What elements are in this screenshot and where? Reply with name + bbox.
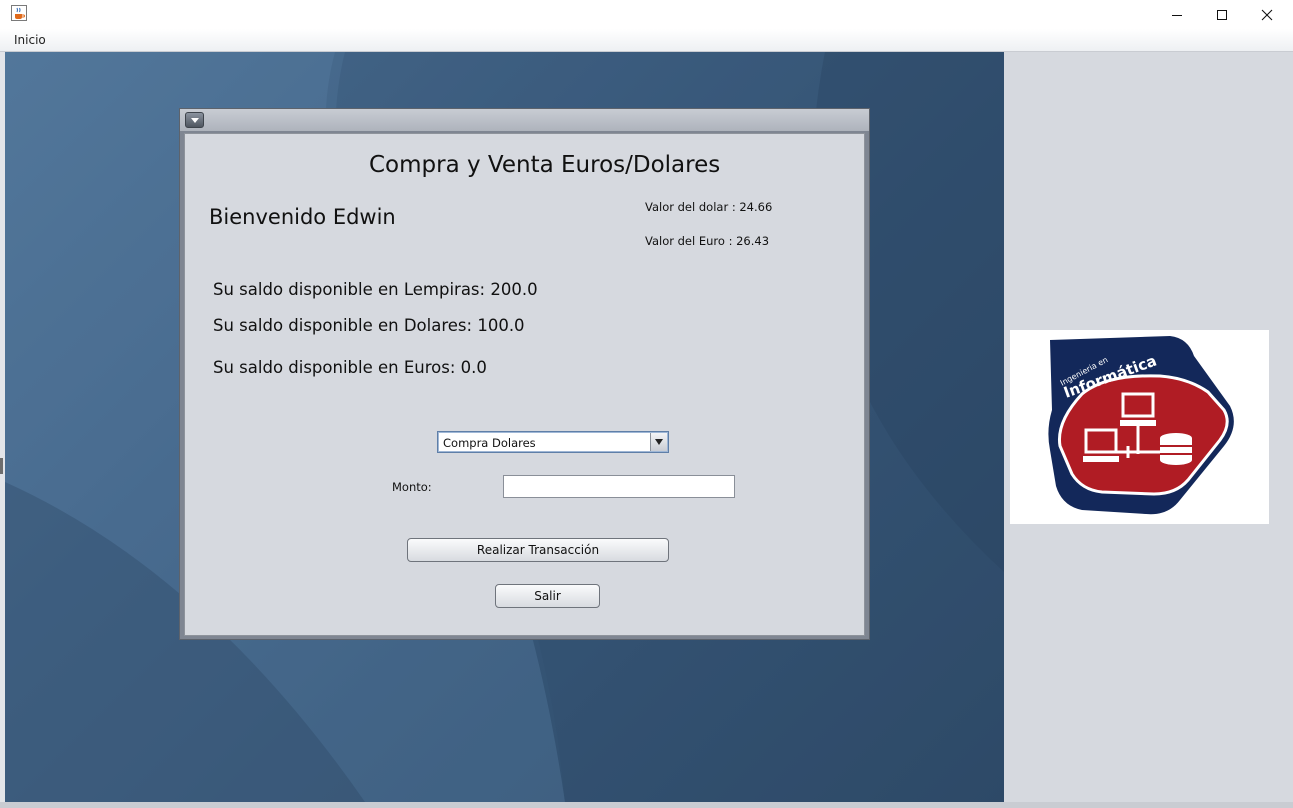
amount-input[interactable] (503, 475, 735, 498)
maximize-button[interactable] (1199, 0, 1245, 29)
logo-graphic: Ingenieria en Informática (1048, 336, 1234, 515)
page-title: Compra y Venta Euros/Dolares (369, 152, 721, 178)
window-title-bar (0, 0, 1293, 29)
internal-frame-title-bar[interactable] (180, 109, 869, 131)
java-cup-icon[interactable] (11, 5, 27, 21)
resize-handle[interactable] (0, 458, 3, 474)
exchange-form: Compra y Venta Euros/Dolares Bienvenido … (184, 133, 865, 636)
bottom-border (0, 802, 1293, 808)
menu-bar: Inicio (0, 29, 1293, 52)
operation-select-value: Compra Dolares (443, 436, 536, 450)
minimize-icon (1172, 14, 1182, 16)
operation-select[interactable]: Compra Dolares (437, 431, 669, 453)
exit-button[interactable]: Salir (495, 584, 600, 608)
balance-lempiras: Su saldo disponible en Lempiras: 200.0 (213, 280, 538, 299)
informatica-logo: Ingenieria en Informática (1010, 330, 1269, 524)
maximize-icon (1217, 9, 1227, 20)
balance-dolares: Su saldo disponible en Dolares: 100.0 (213, 316, 525, 335)
exchange-internal-frame: Compra y Venta Euros/Dolares Bienvenido … (179, 108, 870, 640)
frame-menu-button[interactable] (185, 112, 204, 128)
close-button[interactable] (1244, 0, 1290, 29)
desktop-pane: Compra y Venta Euros/Dolares Bienvenido … (5, 52, 1004, 802)
chevron-down-icon[interactable] (650, 433, 667, 451)
dollar-rate-label: Valor del dolar : 24.66 (645, 200, 773, 214)
transaction-button[interactable]: Realizar Transacción (407, 538, 669, 562)
minimize-button[interactable] (1154, 0, 1200, 29)
welcome-label: Bienvenido Edwin (209, 205, 396, 229)
balance-euros: Su saldo disponible en Euros: 0.0 (213, 358, 487, 377)
menu-inicio[interactable]: Inicio (14, 33, 46, 47)
amount-label: Monto: (392, 480, 432, 494)
close-icon (1261, 9, 1273, 20)
euro-rate-label: Valor del Euro : 26.43 (645, 234, 770, 248)
